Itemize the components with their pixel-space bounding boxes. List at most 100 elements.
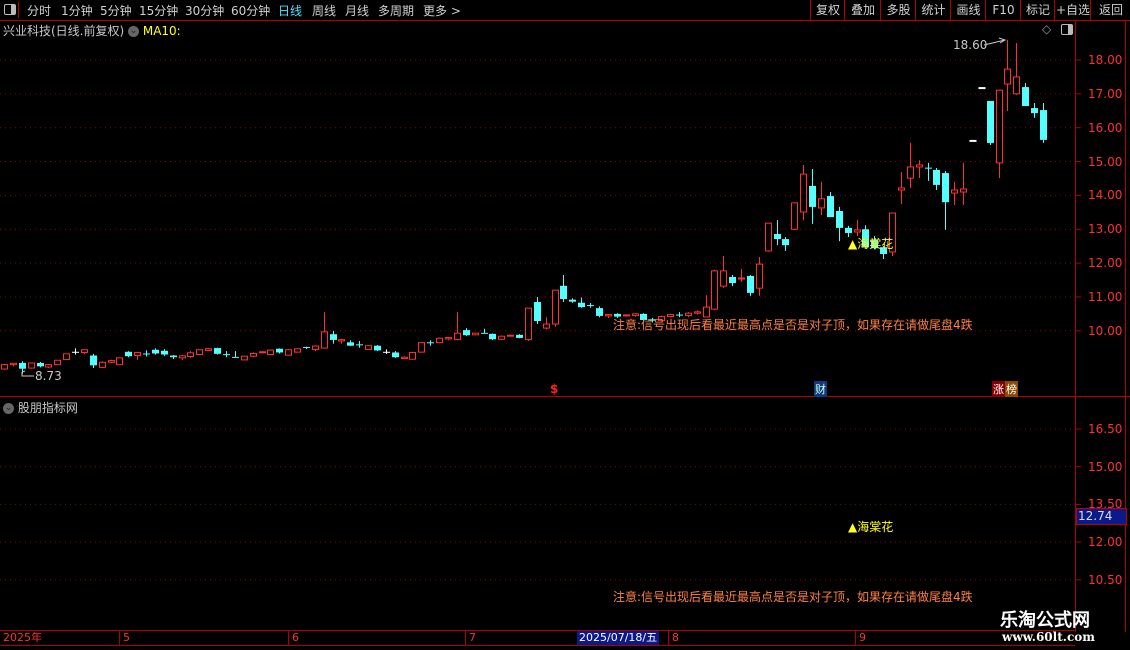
candle[interactable]: [365, 345, 372, 350]
chevron-down-icon[interactable]: ⌄: [3, 403, 14, 414]
candle[interactable]: [401, 356, 408, 360]
candle[interactable]: [1040, 102, 1047, 143]
candle[interactable]: [45, 363, 52, 369]
candle[interactable]: [276, 348, 283, 354]
candle[interactable]: [605, 314, 612, 318]
candle[interactable]: [81, 349, 88, 354]
candle[interactable]: [392, 351, 399, 358]
candle[interactable]: [827, 192, 834, 218]
candle[interactable]: [409, 351, 416, 360]
candle[interactable]: [427, 340, 434, 346]
candle[interactable]: [143, 350, 150, 357]
candle[interactable]: [925, 162, 932, 181]
candle[interactable]: [507, 334, 514, 337]
candle[interactable]: [720, 255, 727, 288]
candle[interactable]: [836, 206, 843, 242]
candle[interactable]: [481, 328, 488, 334]
candle[interactable]: [729, 274, 736, 287]
candle[interactable]: [765, 222, 772, 252]
candle[interactable]: [63, 353, 70, 361]
dollar-marker[interactable]: $: [550, 382, 558, 396]
candle[interactable]: [543, 317, 550, 330]
candle[interactable]: [472, 332, 479, 336]
candle[interactable]: [383, 349, 390, 354]
candle[interactable]: [516, 334, 523, 339]
candle[interactable]: [1, 363, 8, 370]
candle[interactable]: [596, 306, 603, 318]
candle[interactable]: [445, 336, 452, 341]
candle[interactable]: [125, 351, 132, 358]
candle[interactable]: [347, 340, 354, 347]
candle[interactable]: [711, 269, 718, 310]
candle[interactable]: [1022, 83, 1029, 107]
candle[interactable]: [809, 168, 816, 224]
candle[interactable]: [418, 342, 425, 353]
candle[interactable]: [321, 312, 328, 349]
candle[interactable]: [774, 220, 781, 246]
candle[interactable]: [933, 167, 940, 190]
candle[interactable]: [854, 220, 861, 237]
candle[interactable]: [436, 337, 443, 344]
candle[interactable]: [312, 345, 319, 352]
candle[interactable]: [338, 338, 345, 344]
candle[interactable]: [1031, 102, 1038, 118]
candle[interactable]: [587, 303, 594, 308]
candle[interactable]: [187, 351, 194, 358]
candle[interactable]: [241, 355, 248, 361]
candle[interactable]: [1013, 43, 1020, 95]
candle[interactable]: [560, 274, 567, 303]
finance-marker[interactable]: 财: [814, 381, 827, 397]
candle[interactable]: [179, 355, 186, 360]
candle[interactable]: [161, 349, 168, 356]
candle[interactable]: [205, 348, 212, 352]
candle[interactable]: [196, 349, 203, 355]
candle[interactable]: [907, 142, 914, 188]
candle[interactable]: [694, 310, 701, 315]
candle[interactable]: [108, 359, 115, 363]
candle[interactable]: [170, 355, 177, 359]
candle[interactable]: [116, 357, 123, 366]
candle[interactable]: [72, 348, 79, 355]
candle[interactable]: [285, 349, 292, 356]
candle[interactable]: [259, 351, 266, 354]
candle[interactable]: [942, 171, 949, 230]
candle[interactable]: [99, 361, 106, 369]
candle[interactable]: [898, 172, 905, 204]
candle[interactable]: [960, 162, 967, 205]
candle[interactable]: [330, 330, 337, 344]
candle[interactable]: [10, 362, 17, 367]
candle[interactable]: [250, 352, 257, 358]
candle[interactable]: [294, 348, 301, 353]
candle[interactable]: [578, 297, 585, 308]
candle[interactable]: [525, 307, 532, 341]
candle[interactable]: [303, 346, 310, 350]
rank-marker-bang[interactable]: 榜: [1005, 381, 1018, 397]
candle[interactable]: [818, 181, 825, 216]
candle[interactable]: [223, 351, 230, 358]
candle[interactable]: [356, 340, 363, 348]
candle[interactable]: [232, 351, 239, 358]
rank-marker-zhang[interactable]: 涨: [992, 381, 1005, 397]
candle[interactable]: [1004, 39, 1011, 112]
candle[interactable]: [791, 202, 798, 230]
candle[interactable]: [951, 181, 958, 205]
candle[interactable]: [569, 298, 576, 303]
candle[interactable]: [267, 349, 274, 355]
candle[interactable]: [28, 362, 35, 369]
candle[interactable]: [756, 257, 763, 296]
candle[interactable]: [996, 89, 1003, 179]
candle[interactable]: [782, 237, 789, 251]
candle[interactable]: [90, 353, 97, 369]
candle[interactable]: [703, 295, 710, 318]
candle[interactable]: [374, 345, 381, 352]
candle[interactable]: [54, 359, 61, 366]
candle[interactable]: [987, 100, 994, 145]
candle[interactable]: [214, 347, 221, 355]
candle[interactable]: [37, 361, 44, 368]
candle[interactable]: [738, 268, 745, 283]
candle[interactable]: [747, 274, 754, 296]
candle[interactable]: [134, 351, 141, 360]
candle[interactable]: [800, 164, 807, 221]
candle[interactable]: [552, 289, 559, 327]
candle[interactable]: [534, 296, 541, 325]
